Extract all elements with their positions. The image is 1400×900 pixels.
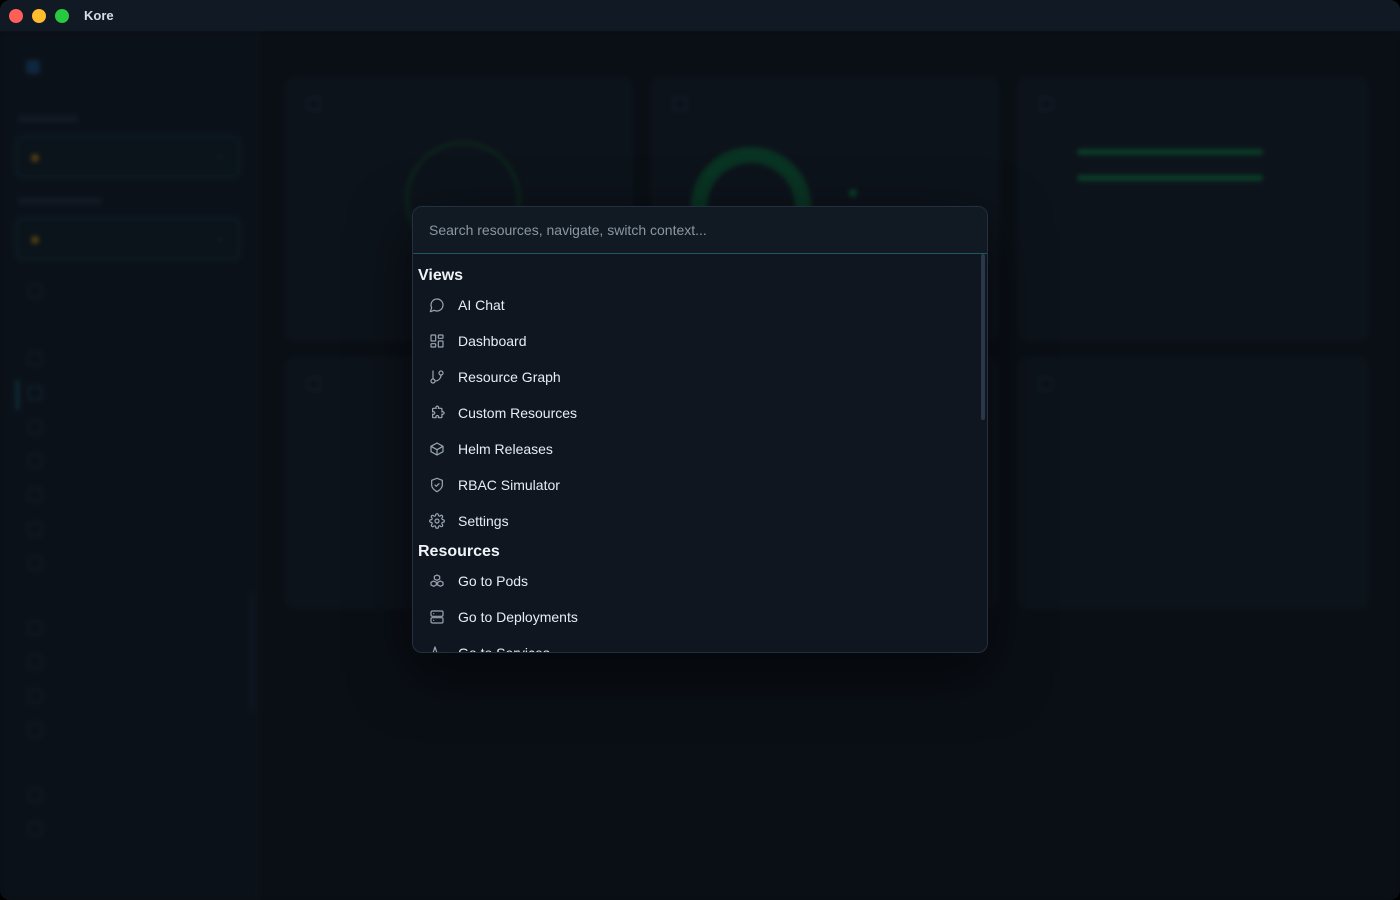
minimize-window-button[interactable] xyxy=(32,9,46,23)
command-item-label: RBAC Simulator xyxy=(458,477,560,493)
command-item-go-to-services[interactable]: Go to Services xyxy=(421,636,977,653)
command-item-helm-releases[interactable]: Helm Releases xyxy=(421,432,977,466)
command-item-label: Resource Graph xyxy=(458,369,561,385)
command-list: Views AI Chat Dashboard Resource Graph C… xyxy=(413,255,981,653)
command-item-label: Settings xyxy=(458,513,509,529)
command-item-settings[interactable]: Settings xyxy=(421,504,977,538)
close-window-button[interactable] xyxy=(9,9,23,23)
chat-bubble-icon xyxy=(429,297,445,313)
command-item-dashboard[interactable]: Dashboard xyxy=(421,324,977,358)
app-window: Kore ⌄ ⌄ Search resources, navigate, swi… xyxy=(0,0,1400,900)
command-item-go-to-deployments[interactable]: Go to Deployments xyxy=(421,600,977,634)
window-title: Kore xyxy=(84,8,114,23)
search-row xyxy=(413,207,987,254)
command-item-ai-chat[interactable]: AI Chat xyxy=(421,288,977,322)
command-palette: Views AI Chat Dashboard Resource Graph xyxy=(412,206,988,653)
title-bar: Kore xyxy=(0,0,1400,32)
server-icon xyxy=(429,609,445,625)
command-item-resource-graph[interactable]: Resource Graph xyxy=(421,360,977,394)
gear-icon xyxy=(429,513,445,529)
maximize-window-button[interactable] xyxy=(55,9,69,23)
command-item-label: Helm Releases xyxy=(458,441,553,457)
package-cube-icon xyxy=(429,441,445,457)
command-search-input[interactable] xyxy=(429,219,969,241)
git-branch-icon xyxy=(429,369,445,385)
command-item-custom-resources[interactable]: Custom Resources xyxy=(421,396,977,430)
command-item-rbac-simulator[interactable]: RBAC Simulator xyxy=(421,468,977,502)
command-item-label: Dashboard xyxy=(458,333,527,349)
grid-icon xyxy=(429,333,445,349)
puzzle-icon xyxy=(429,405,445,421)
command-item-label: Custom Resources xyxy=(458,405,578,421)
activity-icon xyxy=(429,645,445,652)
command-item-label: Go to Pods xyxy=(458,573,529,589)
command-item-label: Go to Services xyxy=(458,645,550,653)
group-heading-views: Views xyxy=(418,267,464,284)
group-heading-resources: Resources xyxy=(418,543,500,560)
shield-check-icon xyxy=(429,477,445,493)
command-item-label: AI Chat xyxy=(458,297,505,313)
boxes-icon xyxy=(429,573,445,589)
command-item-go-to-pods[interactable]: Go to Pods xyxy=(421,564,977,598)
command-item-label: Go to Deployments xyxy=(458,609,578,625)
command-list-scrollbar[interactable] xyxy=(981,254,985,420)
